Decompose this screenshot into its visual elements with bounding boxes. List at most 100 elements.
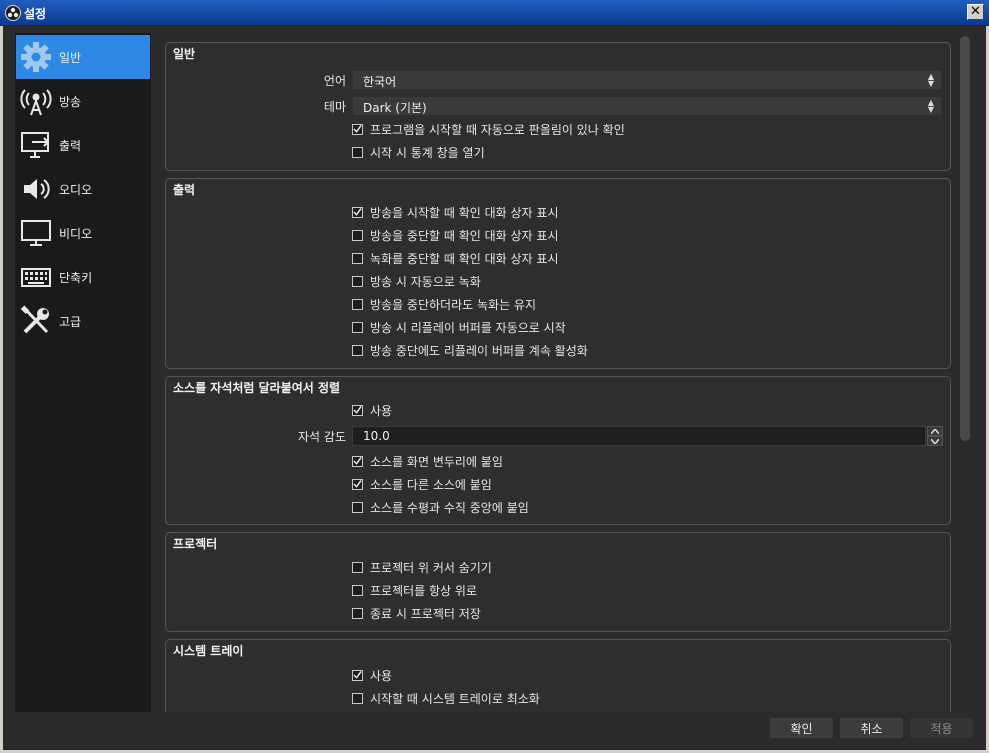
sidebar-item-label: 고급 [59, 314, 82, 329]
output-icon [19, 128, 53, 162]
tools-icon [19, 304, 53, 338]
language-select[interactable]: 한국어 ▲ ▼ [352, 70, 942, 90]
sidebar-item-label: 오디오 [59, 182, 93, 197]
checkbox-label: 프로젝터 위 커서 숨기기 [370, 560, 492, 575]
group-general: 일반 언어 한국어 ▲ ▼ 테마 Dark (기본) ▲ ▼ 프로그램을 시작할 때… [165, 42, 951, 171]
checkbox-box[interactable] [352, 229, 363, 241]
checkbox-label: 소스를 화면 변두리에 붙임 [370, 454, 503, 469]
gear-icon [19, 40, 53, 74]
keyboard-icon [19, 260, 53, 294]
checkbox-label: 녹화를 중단할 때 확인 대화 상자 표시 [370, 251, 559, 266]
snap-sensitivity-input[interactable]: 10.0 [352, 426, 943, 446]
checkbox-auto-record[interactable]: 방송 시 자동으로 녹화 [352, 272, 481, 290]
settings-sidebar: 일반 방송 출력 오디오 비디오 단축키 고급 [15, 33, 151, 712]
checkbox-box[interactable] [352, 607, 363, 619]
theme-select[interactable]: Dark (기본) ▲ ▼ [352, 96, 942, 116]
checkbox-box[interactable] [352, 478, 363, 490]
checkbox-label: 소스를 수평과 수직 중앙에 붙임 [370, 500, 529, 515]
group-projector: 프로젝터 프로젝터 위 커서 숨기기 프로젝터를 항상 위로 종료 시 프로젝터… [165, 532, 951, 632]
checkbox-box[interactable] [352, 146, 363, 158]
language-value: 한국어 [363, 75, 397, 89]
language-label: 언어 [323, 74, 346, 88]
checkbox-box[interactable] [352, 455, 363, 467]
cancel-button[interactable]: 취소 [839, 717, 904, 739]
sidebar-item-audio[interactable]: 오디오 [16, 167, 150, 211]
chevron-up-icon [931, 428, 939, 434]
sidebar-item-general[interactable]: 일반 [16, 35, 150, 79]
updown-arrows-icon: ▲ ▼ [927, 98, 935, 114]
checkbox-update-check[interactable]: 프로그램을 시작할 때 자동으로 판올림이 있나 확인 [352, 120, 625, 138]
checkbox-label: 방송을 중단하더라도 녹화는 유지 [370, 297, 537, 312]
checkbox-label: 시작할 때 시스템 트레이로 최소화 [370, 691, 540, 706]
checkmark-icon [353, 124, 362, 133]
checkbox-snapping-enable[interactable]: 사용 [352, 401, 392, 419]
scrollbar-thumb[interactable] [960, 36, 970, 441]
checkmark-icon [353, 479, 362, 488]
close-button[interactable]: ✕ [967, 4, 984, 20]
group-title: 프로젝터 [173, 537, 218, 551]
checkbox-label: 소스를 다른 소스에 붙임 [370, 477, 492, 492]
checkbox-tray-minimize-start[interactable]: 시작할 때 시스템 트레이로 최소화 [352, 689, 540, 707]
close-icon: ✕ [970, 4, 981, 19]
checkbox-save-projectors[interactable]: 종료 시 프로젝터 저장 [352, 604, 481, 622]
checkbox-box[interactable] [352, 584, 363, 596]
sidebar-item-output[interactable]: 출력 [16, 123, 150, 167]
checkbox-box[interactable] [352, 206, 363, 218]
spin-up-button[interactable] [927, 426, 943, 436]
checkbox-box[interactable] [352, 321, 363, 333]
sidebar-item-video[interactable]: 비디오 [16, 211, 150, 255]
group-title: 출력 [173, 183, 196, 197]
checkbox-label: 프로그램을 시작할 때 자동으로 판올림이 있나 확인 [370, 122, 625, 137]
checkbox-projector-always-on-top[interactable]: 프로젝터를 항상 위로 [352, 581, 477, 599]
spin-buttons [927, 426, 943, 446]
checkbox-snap-other-sources[interactable]: 소스를 다른 소스에 붙임 [352, 475, 492, 493]
checkbox-box[interactable] [352, 669, 363, 681]
checkbox-open-stats[interactable]: 시작 시 통계 창을 열기 [352, 143, 485, 161]
checkbox-keep-recording[interactable]: 방송을 중단하더라도 녹화는 유지 [352, 295, 536, 313]
snap-sensitivity-label: 자석 감도 [298, 430, 346, 444]
checkbox-box[interactable] [352, 501, 363, 513]
group-title: 소스를 자석처럼 달라붙여서 정렬 [173, 381, 341, 395]
window-title: 설정 [24, 7, 47, 21]
checkbox-confirm-stop-stream[interactable]: 방송을 중단할 때 확인 대화 상자 표시 [352, 226, 559, 244]
checkbox-snap-screen-edges[interactable]: 소스를 화면 변두리에 붙임 [352, 452, 503, 470]
checkmark-icon [353, 405, 362, 414]
checkbox-auto-replay-buffer[interactable]: 방송 시 리플레이 버퍼를 자동으로 시작 [352, 318, 566, 336]
checkbox-box[interactable] [352, 561, 363, 573]
sidebar-item-advanced[interactable]: 고급 [16, 299, 150, 343]
checkbox-box[interactable] [352, 252, 363, 264]
sidebar-item-label: 출력 [59, 138, 82, 153]
checkbox-confirm-stop-record[interactable]: 녹화를 중단할 때 확인 대화 상자 표시 [352, 249, 559, 267]
settings-window: 일반 방송 출력 오디오 비디오 단축키 고급 일반 언어 한국어 ▲ ▼ 테마… [3, 26, 986, 750]
checkbox-box[interactable] [352, 298, 363, 310]
updown-arrows-icon: ▲ ▼ [927, 72, 935, 88]
checkmark-icon [353, 207, 362, 216]
checkbox-label: 방송을 중단할 때 확인 대화 상자 표시 [370, 228, 559, 243]
sidebar-item-label: 일반 [59, 50, 82, 65]
sidebar-item-hotkeys[interactable]: 단축키 [16, 255, 150, 299]
checkbox-keep-replay-buffer[interactable]: 방송 중단에도 리플레이 버퍼를 계속 활성화 [352, 341, 588, 359]
checkbox-box[interactable] [352, 123, 363, 135]
theme-label: 테마 [323, 100, 346, 114]
vertical-scrollbar[interactable] [958, 36, 972, 712]
checkbox-box[interactable] [352, 344, 363, 356]
checkbox-hide-projector-cursor[interactable]: 프로젝터 위 커서 숨기기 [352, 558, 492, 576]
checkmark-icon [353, 670, 362, 679]
apply-button[interactable]: 적용 [909, 717, 974, 739]
spin-down-button[interactable] [927, 436, 943, 446]
sidebar-item-label: 방송 [59, 94, 82, 109]
checkbox-box[interactable] [352, 692, 363, 704]
checkbox-tray-enable[interactable]: 사용 [352, 666, 392, 684]
sidebar-item-stream[interactable]: 방송 [16, 79, 150, 123]
chevron-down-icon [931, 438, 939, 444]
checkbox-snap-center[interactable]: 소스를 수평과 수직 중앙에 붙임 [352, 498, 529, 516]
group-system-tray: 시스템 트레이 사용 시작할 때 시스템 트레이로 최소화 [165, 639, 951, 712]
group-title: 시스템 트레이 [173, 644, 244, 658]
checkbox-confirm-start-stream[interactable]: 방송을 시작할 때 확인 대화 상자 표시 [352, 203, 559, 221]
checkbox-label: 방송 시 리플레이 버퍼를 자동으로 시작 [370, 320, 566, 335]
checkmark-icon [353, 456, 362, 465]
ok-button[interactable]: 확인 [769, 717, 834, 739]
checkbox-label: 방송을 시작할 때 확인 대화 상자 표시 [370, 205, 559, 220]
checkbox-box[interactable] [352, 404, 363, 416]
checkbox-box[interactable] [352, 275, 363, 287]
